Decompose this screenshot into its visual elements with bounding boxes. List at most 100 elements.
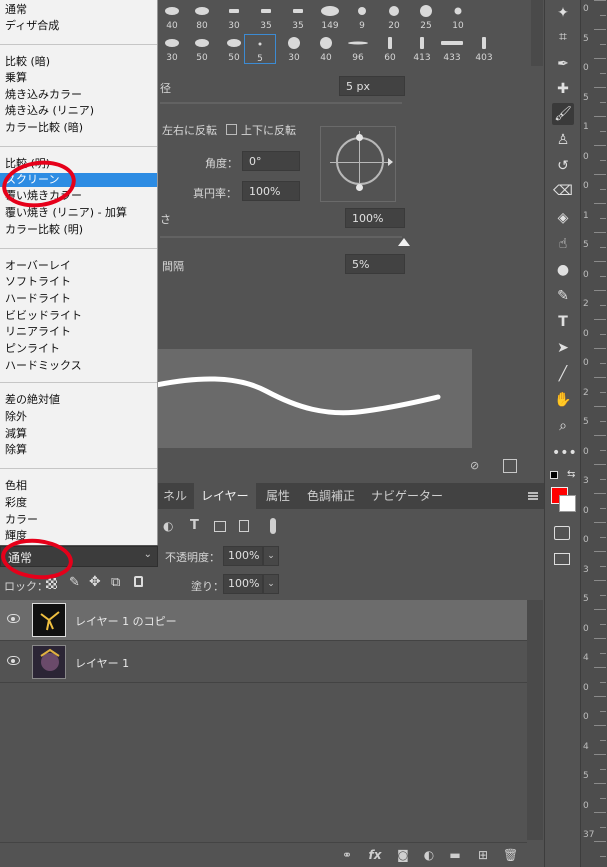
blend-mode-option[interactable]: ビビッドライト <box>5 309 82 323</box>
opacity-dropdown[interactable]: ⌄ <box>263 546 279 566</box>
line-tool-icon[interactable]: ╱ <box>552 363 574 385</box>
layer-row[interactable]: レイヤー 1 のコピー <box>0 600 527 641</box>
blend-mode-option[interactable]: オーバーレイ <box>5 259 71 273</box>
diameter-slider[interactable] <box>160 102 402 104</box>
brush-preset[interactable]: 35 <box>250 2 282 32</box>
healing-brush-icon[interactable]: ✚ <box>552 78 574 100</box>
add-mask-icon[interactable]: ◙ <box>396 848 410 862</box>
default-colors-icon[interactable] <box>550 471 558 479</box>
layers-scrollbar[interactable] <box>527 600 543 840</box>
layer-name[interactable]: レイヤー 1 のコピー <box>75 613 177 629</box>
fill-field[interactable]: 100% <box>223 574 263 594</box>
tab-channels[interactable]: ネル <box>156 483 194 509</box>
brush-grid-scrollbar[interactable] <box>531 0 543 66</box>
blend-mode-option[interactable]: 焼き込みカラー <box>5 88 82 102</box>
blend-mode-option[interactable]: 乗算 <box>5 71 27 85</box>
hardness-slider-thumb[interactable] <box>398 238 410 246</box>
blend-mode-option[interactable]: カラー比較 (暗) <box>5 121 83 135</box>
type-tool-icon[interactable]: T <box>552 311 574 333</box>
roundness-field[interactable]: 100% <box>242 181 300 201</box>
blend-mode-option[interactable]: リニアライト <box>5 325 71 339</box>
new-brush-icon[interactable] <box>503 459 517 473</box>
zoom-tool-icon[interactable]: ⌕ <box>552 415 574 437</box>
flip-y-option[interactable]: 上下に反転 <box>226 122 296 138</box>
blend-mode-option[interactable]: 色相 <box>5 479 27 493</box>
spacing-field[interactable]: 5% <box>345 254 405 274</box>
blend-mode-option[interactable]: ディザ合成 <box>5 19 59 33</box>
crop-tool-icon[interactable]: ⌗ <box>552 26 574 48</box>
brush-preset[interactable]: 433 <box>436 34 468 64</box>
brush-preset[interactable]: 80 <box>186 2 218 32</box>
lock-artboard-icon[interactable]: ⧉ <box>111 575 120 590</box>
swap-colors-icon[interactable]: ⇆ <box>567 469 575 480</box>
background-color-swatch[interactable] <box>559 495 576 512</box>
group-folder-icon[interactable]: ▬ <box>448 848 462 862</box>
blend-mode-option[interactable]: ハードライト <box>5 292 71 306</box>
blend-mode-option[interactable]: 差の絶対値 <box>5 393 60 407</box>
brush-preset[interactable]: 20 <box>378 2 410 32</box>
hand-tool-icon[interactable]: ✋ <box>552 389 574 411</box>
filter-type-icon[interactable]: T <box>190 518 199 533</box>
delete-layer-icon[interactable]: 🗑 <box>503 848 518 862</box>
lock-transparency-icon[interactable] <box>46 578 57 589</box>
magic-wand-icon[interactable]: ✦ <box>552 2 574 24</box>
flip-x-option[interactable]: 左右に反転 <box>162 122 217 138</box>
blend-mode-option[interactable]: 通常 <box>5 3 27 17</box>
brush-preset[interactable]: 35 <box>282 2 314 32</box>
flip-y-checkbox[interactable] <box>226 124 237 135</box>
more-tools-icon[interactable]: ••• <box>552 442 577 464</box>
blend-mode-option[interactable]: カラー比較 (明) <box>5 223 83 237</box>
filter-smartobject-icon[interactable] <box>239 520 249 532</box>
brush-preset[interactable]: 403 <box>468 34 500 64</box>
fill-dropdown[interactable]: ⌄ <box>263 574 279 594</box>
blend-mode-option[interactable]: 彩度 <box>5 496 27 510</box>
clone-stamp-icon[interactable]: ♙ <box>552 129 574 151</box>
layer-row[interactable]: レイヤー 1 <box>0 642 527 683</box>
blend-mode-option[interactable]: 減算 <box>5 427 27 441</box>
brush-preset[interactable]: 30 <box>156 34 188 64</box>
roundness-handle[interactable] <box>356 184 363 191</box>
brush-preset[interactable]: 96 <box>342 34 374 64</box>
dodge-icon[interactable]: ● <box>552 259 574 281</box>
brush-preset[interactable]: 413 <box>406 34 438 64</box>
brush-preset[interactable]: 9 <box>346 2 378 32</box>
blend-mode-option[interactable]: ハードミックス <box>5 359 82 373</box>
brush-preset[interactable]: 30 <box>218 2 250 32</box>
screen-mode-icon[interactable] <box>554 553 570 565</box>
tab-layers[interactable]: レイヤー <box>194 483 256 509</box>
eraser-icon[interactable]: ⌫ <box>552 180 574 202</box>
lock-all-icon[interactable] <box>134 576 143 587</box>
brush-preset[interactable]: 50 <box>186 34 218 64</box>
angle-field[interactable]: 0° <box>242 151 300 171</box>
new-layer-icon[interactable]: ⊞ <box>476 848 490 862</box>
paint-bucket-icon[interactable]: ◈ <box>552 207 574 229</box>
filter-toggle-icon[interactable] <box>270 518 276 534</box>
roundness-handle[interactable] <box>356 134 363 141</box>
brush-preset[interactable]: 40 <box>156 2 188 32</box>
layer-thumbnail[interactable] <box>32 603 66 637</box>
eyedropper-icon[interactable]: ✒ <box>552 53 574 75</box>
brush-preset[interactable]: 10 <box>442 2 474 32</box>
layer-name[interactable]: レイヤー 1 <box>75 655 129 671</box>
blend-mode-option[interactable]: 比較 (暗) <box>5 55 50 69</box>
tab-adjustments[interactable]: 色調補正 <box>300 483 362 509</box>
brush-preset[interactable]: 60 <box>374 34 406 64</box>
blend-mode-option[interactable]: カラー <box>5 513 38 527</box>
fx-icon[interactable]: fx <box>368 848 382 862</box>
blend-mode-option[interactable]: 焼き込み (リニア) <box>5 104 94 118</box>
toggle-preview-icon[interactable]: ⊘ <box>470 459 486 473</box>
visibility-eye-icon[interactable] <box>7 656 20 665</box>
adjustment-layer-icon[interactable]: ◐ <box>422 848 436 862</box>
smudge-icon[interactable]: ☝ <box>552 233 574 255</box>
filter-adjustment-icon[interactable]: ◐ <box>163 519 173 533</box>
brush-tool-icon[interactable]: 🖌 <box>552 103 574 125</box>
path-select-icon[interactable]: ➤ <box>552 337 574 359</box>
lock-position-icon[interactable]: ✥ <box>89 574 101 590</box>
diameter-field[interactable]: 5 px <box>339 76 405 96</box>
quick-mask-icon[interactable] <box>554 526 570 540</box>
blend-mode-option[interactable]: 除算 <box>5 443 27 457</box>
hardness-field[interactable]: 100% <box>345 208 405 228</box>
tab-properties[interactable]: 属性 <box>259 483 297 509</box>
opacity-field[interactable]: 100% <box>223 546 263 566</box>
brush-preset[interactable]: 25 <box>410 2 442 32</box>
